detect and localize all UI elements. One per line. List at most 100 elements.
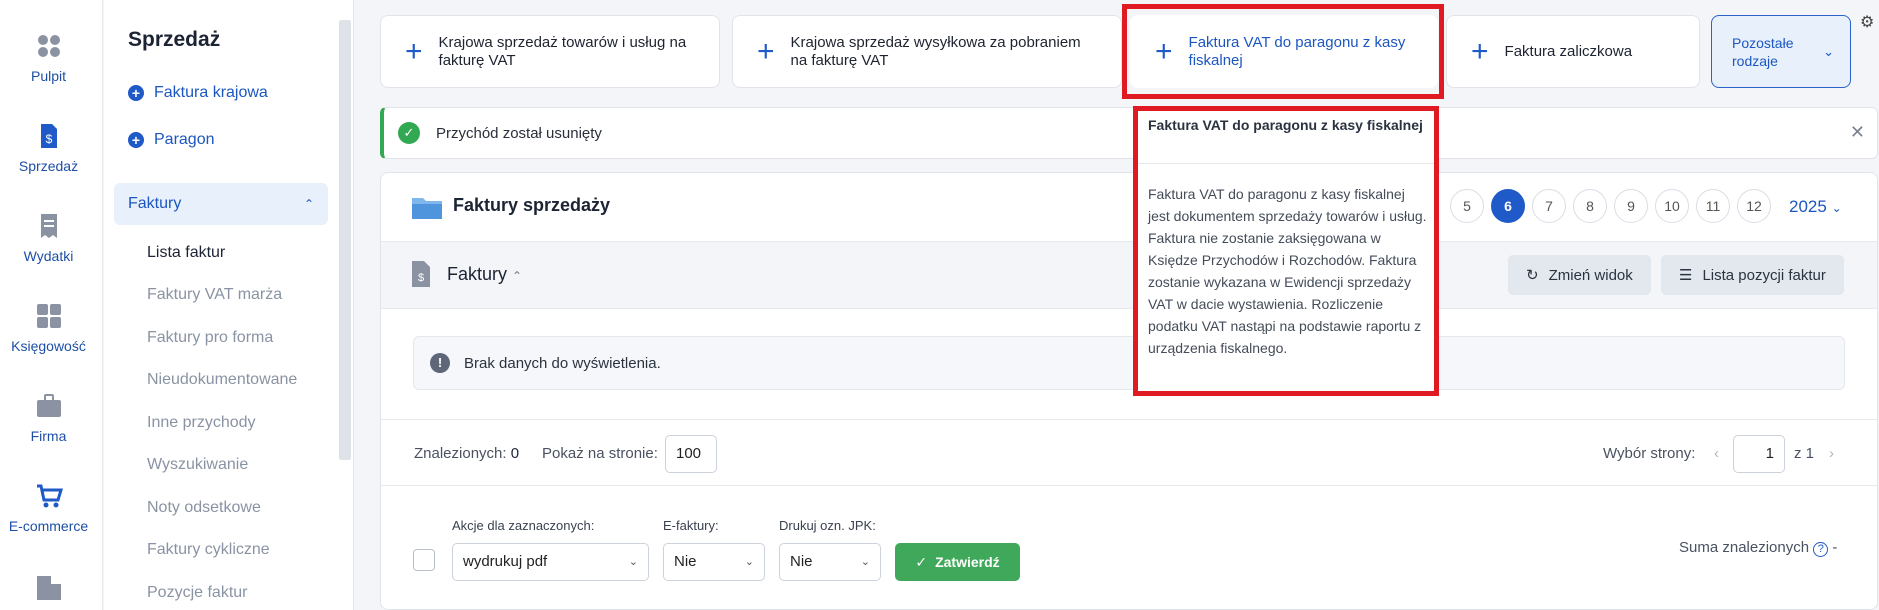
gear-icon[interactable]: ⚙ [1860,12,1874,32]
jpk-value: Nie [790,553,813,570]
nav-sprzedaz[interactable]: $ Sprzedaż [0,122,97,174]
dashboard-icon [37,35,60,57]
tooltip-body: Faktura VAT do paragonu z kasy fiskalnej… [1148,186,1427,356]
chevron-down-icon: ⌄ [1823,44,1834,59]
nav-company-units[interactable] [0,572,97,608]
page-select-label: Wybór strony: [1603,445,1696,462]
invoices-toggle[interactable]: Faktury ⌃ [447,264,522,285]
alert-text: Przychód został usunięty [436,124,602,142]
sidebar-item-pro-forma[interactable]: Faktury pro forma [147,329,273,347]
tile-label: Faktura zaliczkowa [1504,43,1633,60]
sidebar-item-noty-odsetkowe[interactable]: Noty odsetkowe [147,499,261,517]
confirm-button[interactable]: ✓ Zatwierdź [895,543,1020,581]
month-button[interactable]: 8 [1573,189,1607,223]
card-title: Faktury sprzedaży [453,195,611,215]
sidebar-item-nieudokumentowane[interactable]: Nieudokumentowane [147,371,297,389]
confirm-label: Zatwierdź [935,554,1000,570]
invoices-subheader: $ Faktury ⌃ ↻ Zmień widok ☰ Lista pozycj… [381,241,1877,309]
folder-icon [412,198,442,219]
chevron-up-icon: ⌃ [303,197,314,211]
nav-label: E-commerce [8,518,89,534]
sidebar-item-vat-marza[interactable]: Faktury VAT marża [147,286,282,304]
jpk-select[interactable]: Nie ⌄ [779,543,881,581]
nav-label: Sprzedaż [18,158,79,174]
actions-select[interactable]: wydrukuj pdf ⌄ [452,543,649,581]
actions-label: Akcje dla zaznaczonych: [452,518,595,533]
actions-value: wydrukuj pdf [463,553,548,570]
plus-circle-icon: + [128,85,144,101]
chevron-down-icon: ⌄ [628,556,638,568]
nav-firma[interactable]: Firma [0,392,97,444]
sidebar-group-faktury[interactable]: Faktury ⌃ [114,183,328,225]
sum-found: Suma znalezionych ? - [1679,539,1837,557]
nav-pulpit[interactable]: Pulpit [0,32,97,84]
help-icon[interactable]: ? [1813,542,1829,557]
chevron-left-icon[interactable]: ‹ [1714,445,1719,462]
nav-ecommerce[interactable]: E-commerce [0,482,97,534]
month-pager: 5 6 7 8 9 10 11 12 [1450,189,1771,223]
more-types-dropdown[interactable]: Pozostałe rodzaje ⌄ [1711,15,1851,88]
sidebar-scrollbar[interactable] [339,20,351,460]
jpk-label: Drukuj ozn. JPK: [779,518,876,533]
check-icon: ✓ [915,553,928,570]
nav-ksiegowosc[interactable]: Księgowość [0,302,97,354]
month-button[interactable]: 11 [1696,189,1730,223]
close-icon[interactable]: ✕ [1850,122,1865,143]
page-total: z 1 [1794,445,1814,462]
tile-faktura-zaliczkowa[interactable]: + Faktura zaliczkowa [1446,15,1700,88]
sidebar-link-faktura-krajowa[interactable]: + Faktura krajowa [128,84,268,102]
info-icon: ! [430,353,450,373]
nav-label: Wydatki [23,248,74,264]
check-circle-icon: ✓ [398,122,420,144]
invoice-dollar-icon: $ [40,124,57,148]
found-value: 0 [510,445,520,462]
page-input[interactable]: 1 [1733,435,1785,473]
per-page-input[interactable]: 100 [665,435,717,473]
month-button[interactable]: 9 [1614,189,1648,223]
sidebar-link-label: Paragon [154,131,215,148]
month-button[interactable]: 12 [1737,189,1771,223]
year-select[interactable]: 2025 ⌄ [1789,197,1842,217]
receipt-icon [40,214,57,238]
app-nav-rail: Pulpit $ Sprzedaż Wydatki Księgowość Fir… [0,0,103,610]
select-all-checkbox[interactable] [413,549,435,571]
sidebar-title: Sprzedaż [128,28,221,51]
sidebar-item-inne-przychody[interactable]: Inne przychody [147,414,256,432]
sidebar-item-cykliczne[interactable]: Faktury cykliczne [147,541,270,559]
sidebar-link-paragon[interactable]: + Paragon [128,131,215,149]
month-button[interactable]: 7 [1532,189,1566,223]
month-button[interactable]: 10 [1655,189,1689,223]
chevron-down-icon: ⌄ [744,556,754,568]
section-sidebar: Sprzedaż + Faktura krajowa + Paragon Fak… [104,0,354,610]
change-view-button[interactable]: ↻ Zmień widok [1508,255,1651,295]
highlight-frame [1122,4,1444,99]
found-count: Znalezionych: 0 [414,445,519,462]
calculator-icon [36,304,61,328]
svg-text:$: $ [45,132,52,146]
month-button-active[interactable]: 6 [1491,189,1525,223]
plus-icon: + [405,34,423,68]
year-value: 2025 [1789,197,1827,216]
plus-icon: + [757,34,775,68]
briefcase-icon [36,394,61,417]
empty-state: ! Brak danych do wyświetlenia. [413,336,1845,390]
tile-krajowa-sprzedaz[interactable]: + Krajowa sprzedaż towarów i usług na fa… [380,15,720,88]
page-total-value: 1 [1805,445,1815,462]
tile-label: Krajowa sprzedaż wysyłkowa za pobraniem … [790,33,1081,69]
positions-list-label: Lista pozycji faktur [1702,266,1826,284]
invoice-dollar-icon: $ [412,261,430,287]
einvoice-value: Nie [674,553,697,570]
positions-list-button[interactable]: ☰ Lista pozycji faktur [1661,255,1844,295]
month-button[interactable]: 5 [1450,189,1484,223]
chevron-right-icon[interactable]: › [1829,445,1834,462]
plus-circle-icon: + [128,132,144,148]
tooltip-title: Faktura VAT do paragonu z kasy fiskalnej [1138,111,1434,164]
cart-icon [36,484,63,508]
sidebar-item-wyszukiwanie[interactable]: Wyszukiwanie [147,456,248,474]
sidebar-item-pozycje-faktur[interactable]: Pozycje faktur [147,584,247,602]
sidebar-item-lista-faktur[interactable]: Lista faktur [147,244,225,262]
sidebar-group-label: Faktury [128,195,182,212]
einvoice-select[interactable]: Nie ⌄ [663,543,765,581]
tile-sprzedaz-wysylkowa[interactable]: + Krajowa sprzedaż wysyłkowa za pobranie… [732,15,1122,88]
nav-wydatki[interactable]: Wydatki [0,212,97,264]
